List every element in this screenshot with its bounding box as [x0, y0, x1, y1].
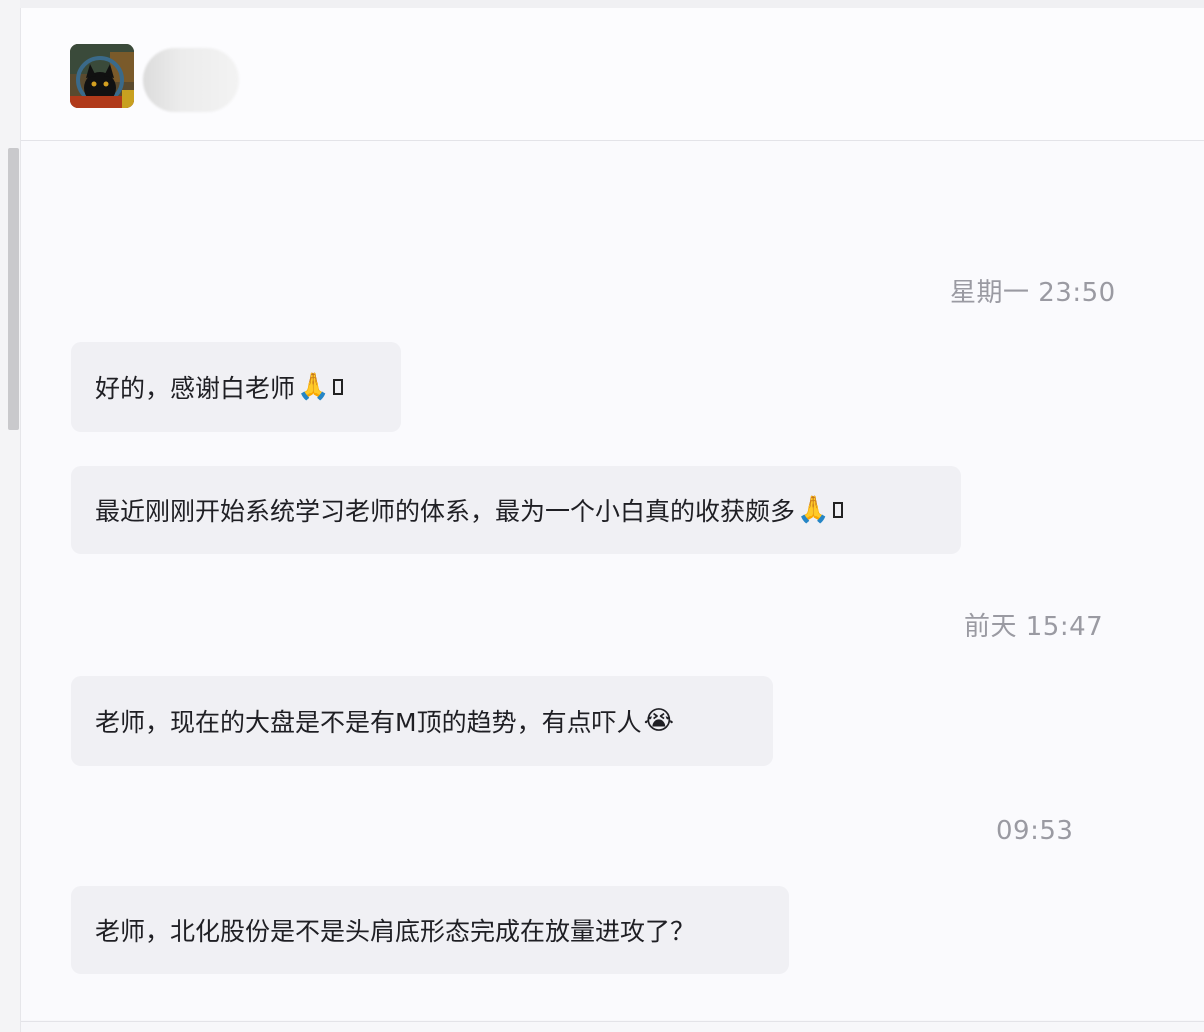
- timestamp: 09:53: [996, 816, 1074, 846]
- folded-hands-emoji-icon: 🙏: [297, 372, 330, 402]
- message-text: 老师，北化股份是不是头肩底形态完成在放量进攻了？: [95, 917, 696, 946]
- message-text: 老师，现在的大盘是不是有M顶的趋势，有点吓人: [95, 708, 642, 737]
- message-bubble[interactable]: 好的，感谢白老师 🙏: [71, 342, 401, 432]
- chat-header: [21, 8, 1204, 141]
- input-divider: [21, 1021, 1204, 1022]
- missing-glyph-icon: [333, 379, 344, 395]
- message-text: 最近刚刚开始系统学习老师的体系，最为一个小白真的收获颇多: [95, 497, 796, 526]
- message-bubble[interactable]: 最近刚刚开始系统学习老师的体系，最为一个小白真的收获颇多 🙏: [71, 466, 961, 554]
- top-edge: [20, 0, 1204, 8]
- contact-name-blurred: [143, 48, 239, 112]
- missing-glyph-icon: [833, 502, 844, 518]
- chat-window: 星期一 23:50 好的，感谢白老师 🙏 最近刚刚开始系统学习老师的体系，最为一个…: [0, 0, 1204, 1032]
- left-panel-edge: [0, 0, 21, 1032]
- timestamp: 前天 15:47: [964, 612, 1104, 642]
- message-bubble[interactable]: 老师，现在的大盘是不是有M顶的趋势，有点吓人 😭: [71, 676, 773, 766]
- message-text: 好的，感谢白老师: [95, 374, 296, 403]
- timestamp: 星期一 23:50: [950, 278, 1116, 308]
- avatar[interactable]: [70, 44, 134, 108]
- scrollbar-thumb[interactable]: [8, 148, 19, 430]
- folded-hands-emoji-icon: 🙏: [797, 495, 830, 525]
- crying-face-emoji-icon: 😭: [643, 706, 674, 736]
- message-bubble[interactable]: 老师，北化股份是不是头肩底形态完成在放量进攻了？: [71, 886, 789, 974]
